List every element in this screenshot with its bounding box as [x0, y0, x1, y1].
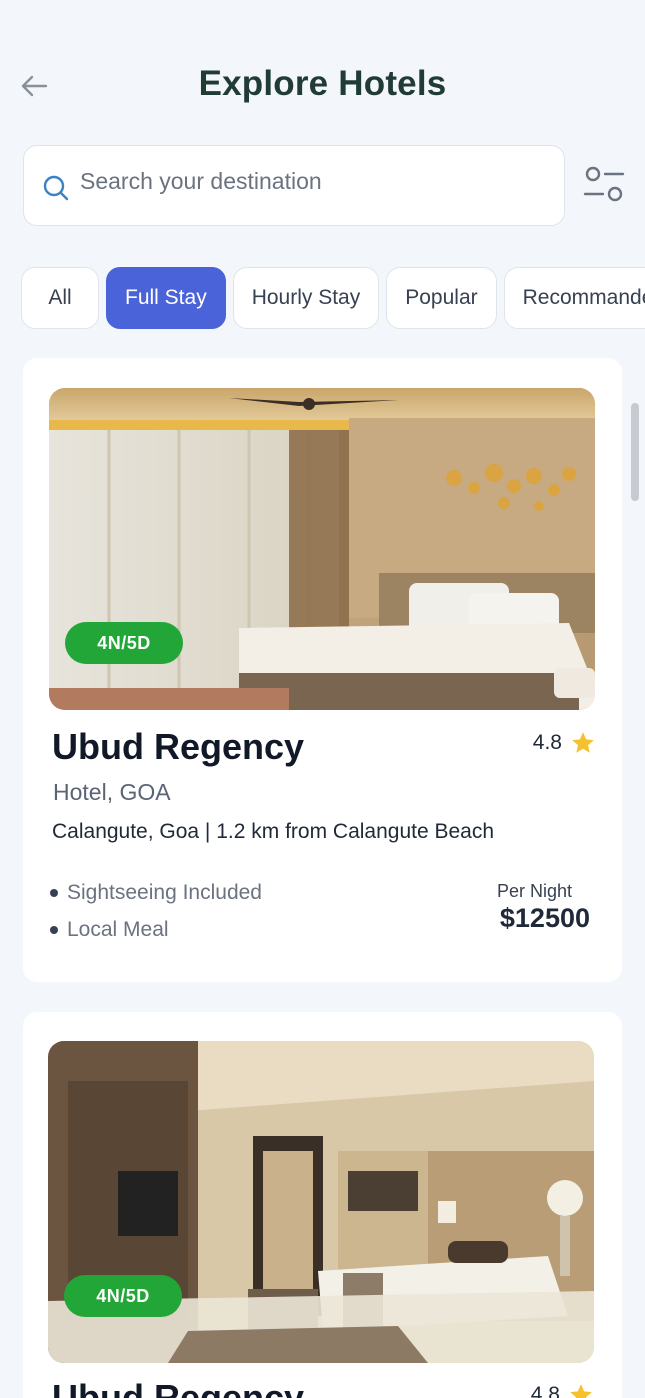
- hotel-name: Ubud Regency: [52, 1377, 305, 1398]
- filter-button[interactable]: [580, 163, 628, 207]
- tab-all[interactable]: All: [21, 267, 99, 329]
- list-item: Local Meal: [50, 911, 262, 948]
- sliders-icon: [583, 166, 625, 202]
- price-label: Per Night: [496, 881, 572, 901]
- star-icon: [570, 1384, 592, 1398]
- hotel-address: Calangute, Goa | 1.2 km from Calangute B…: [52, 820, 495, 843]
- amenity-label: Local Meal: [67, 917, 169, 941]
- category-tabs: All Full Stay Hourly Stay Popular Recomm…: [21, 267, 645, 329]
- hotel-card[interactable]: 4N/5D Ubud Regency 4.8: [23, 1012, 622, 1398]
- hotel-photo: 4N/5D: [49, 388, 595, 710]
- hotel-rating: 4.8: [531, 1382, 594, 1398]
- stay-duration-badge: 4N/5D: [65, 622, 183, 664]
- bullet-icon: [50, 888, 58, 897]
- hotel-photo: 4N/5D: [48, 1041, 594, 1363]
- search-bar[interactable]: [23, 145, 565, 226]
- tab-full-stay[interactable]: Full Stay: [106, 267, 226, 329]
- hotel-card[interactable]: 4N/5D Ubud Regency 4.8 Hotel, GOA Calang…: [23, 358, 622, 982]
- hotel-rating: 4.8: [533, 730, 596, 756]
- search-icon: [43, 175, 69, 200]
- page-title: Explore Hotels: [198, 64, 447, 103]
- star-icon: [572, 732, 594, 753]
- tab-popular[interactable]: Popular: [386, 267, 497, 329]
- hotel-price: $12500: [499, 903, 590, 933]
- amenity-label: Sightseeing Included: [67, 880, 262, 904]
- rating-value: 4.8: [530, 1383, 560, 1398]
- explore-hotels-screen: Explore Hotels All Full Stay Hourly Stay…: [0, 0, 645, 1398]
- list-item: Sightseeing Included: [50, 874, 262, 911]
- scrollbar-thumb[interactable]: [631, 403, 639, 501]
- rating-value: 4.8: [532, 731, 562, 754]
- tab-recommanded[interactable]: Recommanded: [503, 267, 645, 329]
- tab-hourly-stay[interactable]: Hourly Stay: [232, 267, 380, 329]
- stay-duration-badge: 4N/5D: [64, 1275, 182, 1317]
- hotel-type: Hotel, GOA: [53, 779, 171, 805]
- hotel-name: Ubud Regency: [52, 726, 305, 767]
- amenities-list: Sightseeing Included Local Meal: [50, 874, 262, 948]
- bullet-icon: [50, 925, 58, 934]
- search-input[interactable]: [80, 168, 540, 195]
